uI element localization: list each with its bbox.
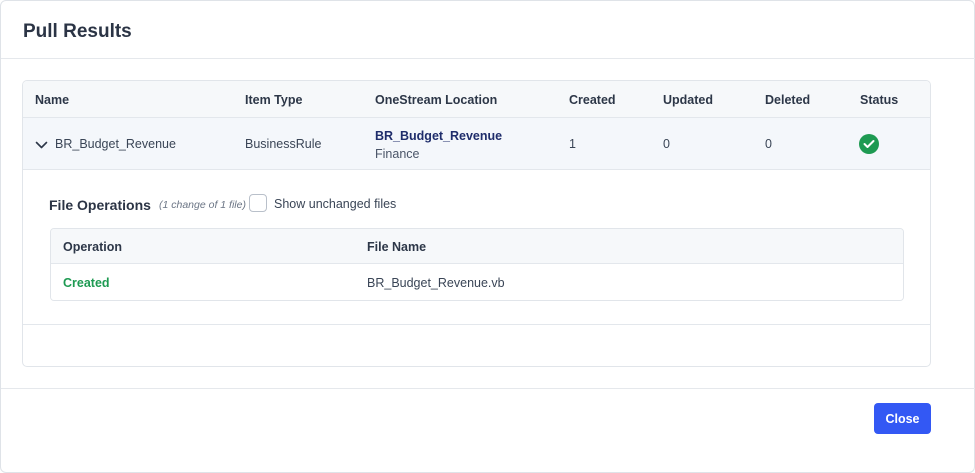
file-operations-summary: (1 change of 1 file) [159, 199, 246, 211]
result-row[interactable]: BR_Budget_Revenue BusinessRule BR_Budget… [23, 118, 930, 170]
row-location-name: BR_Budget_Revenue [375, 129, 503, 143]
chevron-down-icon[interactable] [35, 138, 48, 149]
operation-file-name: BR_Budget_Revenue.vb [367, 276, 505, 290]
file-operations-table: Operation File Name Created BR_Budget_Re… [50, 228, 904, 301]
file-operations-header: Operation File Name [51, 229, 903, 264]
file-operation-row: Created BR_Budget_Revenue.vb [51, 264, 903, 300]
column-header-onestream-location[interactable]: OneStream Location [375, 93, 497, 107]
show-unchanged-checkbox[interactable] [249, 194, 267, 212]
results-panel: Name Item Type OneStream Location Create… [22, 80, 931, 367]
column-header-item-type[interactable]: Item Type [245, 93, 302, 107]
row-updated-count: 0 [663, 137, 670, 151]
column-header-status[interactable]: Status [860, 93, 898, 107]
pull-results-dialog: Pull Results Name Item Type OneStream Lo… [0, 0, 975, 473]
column-header-name[interactable]: Name [35, 93, 69, 107]
operation-status: Created [63, 276, 110, 290]
row-created-count: 1 [569, 137, 576, 151]
close-button[interactable]: Close [874, 403, 931, 434]
results-table-header: Name Item Type OneStream Location Create… [23, 81, 930, 118]
dialog-title: Pull Results [23, 21, 132, 42]
row-item-type: BusinessRule [245, 137, 322, 151]
header-divider [1, 58, 975, 59]
show-unchanged-label[interactable]: Show unchanged files [274, 197, 396, 211]
row-name: BR_Budget_Revenue [55, 137, 176, 151]
file-operations-title: File Operations [49, 197, 151, 213]
column-header-file-name[interactable]: File Name [367, 240, 426, 254]
row-location-sub: Finance [375, 147, 420, 161]
column-header-operation[interactable]: Operation [63, 240, 122, 254]
footer-divider [1, 388, 975, 389]
column-header-deleted[interactable]: Deleted [765, 93, 810, 107]
column-header-updated[interactable]: Updated [663, 93, 713, 107]
row-deleted-count: 0 [765, 137, 772, 151]
check-circle-icon [859, 134, 879, 154]
panel-divider [23, 324, 930, 325]
column-header-created[interactable]: Created [569, 93, 616, 107]
